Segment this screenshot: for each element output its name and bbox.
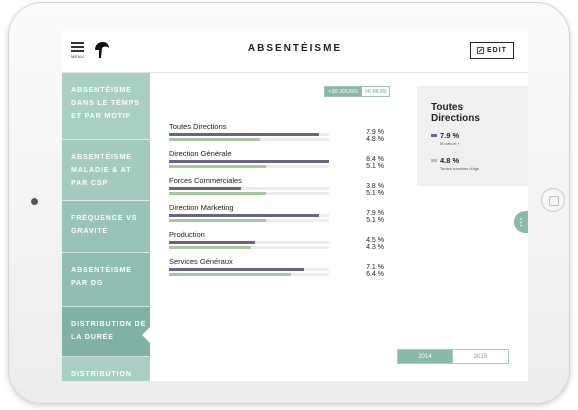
sidebar-item-label: ABSENTÉISME MALADIE & AT PAR CSP (71, 152, 132, 187)
row-label-direction-marketing: Direction Marketing (169, 203, 234, 212)
page-title: ABSENTÉISME (247, 43, 343, 54)
legend-label-50-ans: 50 ans et + (440, 141, 460, 146)
sidebar-item-label: ABSENTÉISME DANS LE TEMPS ET PAR MOTIF (71, 85, 140, 120)
sidebar-item-label: ABSENTÉISME PAR DG (71, 265, 132, 287)
bar-toutes-directions-series-2 (169, 138, 261, 141)
bar-forces-commerciales-series-2 (169, 192, 267, 195)
toggle-less-30-days[interactable]: <30 JOURS (324, 86, 362, 97)
vertical-dots-icon: ⋮ (516, 217, 526, 227)
value-label-direction-generale-series-1: 8.4 % (366, 156, 384, 163)
value-label-services-generaux-series-1: 7.1 % (366, 264, 384, 271)
year-selector: 2014 2015 (397, 349, 509, 364)
more-options-tab[interactable]: ⋮ (514, 211, 528, 233)
app-screen: MENU ABSENTÉISME EDIT ABSENTÉISME DANS L… (62, 29, 528, 381)
value-label-direction-generale-series-2: 5.1 % (366, 163, 384, 170)
sidebar-item-distribution-duree[interactable]: DISTRIBUTION DE LA DURÉE (62, 307, 150, 357)
sidebar-item-label: DISTRIBUTION DE LA DURÉE (71, 319, 147, 341)
panel-title: Toutes Directions (431, 102, 480, 124)
sidebar-item-absenteisme-dg[interactable]: ABSENTÉISME PAR DG (62, 253, 150, 307)
value-label-services-generaux-series-2: 6.4 % (366, 271, 384, 278)
menu-label: MENU (71, 54, 84, 59)
legend-swatch-toutes-tranches (431, 159, 437, 162)
row-label-forces-commerciales: Forces Commerciales (169, 176, 242, 185)
legend-value-50-ans: 7.9 % (440, 131, 460, 140)
value-label-forces-commerciales-series-2: 5.1 % (366, 190, 384, 197)
toggle-more-6-months[interactable]: >6 MOIS (362, 86, 390, 97)
value-label-toutes-directions-series-2: 4.8 % (366, 136, 384, 143)
sidebar: ABSENTÉISME DANS LE TEMPS ET PAR MOTIF A… (62, 73, 150, 381)
value-label-direction-marketing-series-1: 7.9 % (366, 210, 384, 217)
value-label-forces-commerciales-series-1: 3.8 % (366, 183, 384, 190)
summary-panel: Toutes Directions 7.9 % 50 ans et + 4.8 … (417, 86, 528, 186)
value-label-direction-marketing-series-2: 5.1 % (366, 217, 384, 224)
value-label-production-series-2: 4.3 % (366, 244, 384, 251)
sidebar-item-absenteisme-maladie[interactable]: ABSENTÉISME MALADIE & AT PAR CSP (62, 140, 150, 201)
legend-swatch-50-ans (431, 134, 437, 137)
sidebar-item-label: DISTRIBUTION (71, 369, 132, 378)
bar-direction-marketing-series-1 (169, 214, 320, 217)
edit-label: EDIT (487, 47, 507, 54)
bar-services-generaux-series-1 (169, 268, 305, 271)
legend-value-toutes-tranches: 4.8 % (440, 156, 460, 165)
year-2014-button[interactable]: 2014 (397, 349, 453, 364)
edit-button[interactable]: EDIT (470, 42, 514, 59)
sidebar-item-absenteisme-temps[interactable]: ABSENTÉISME DANS LE TEMPS ET PAR MOTIF (62, 73, 150, 140)
year-2015-button[interactable]: 2015 (453, 349, 509, 364)
row-label-production: Production (169, 230, 205, 239)
value-label-production-series-1: 4.5 % (366, 237, 384, 244)
row-label-services-generaux: Services Généraux (169, 257, 233, 266)
home-button[interactable] (541, 188, 565, 212)
bar-production-series-2 (169, 246, 251, 249)
bar-services-generaux-series-2 (169, 273, 291, 276)
duration-toggle: <30 JOURS >6 MOIS (324, 86, 390, 97)
tablet-frame: MENU ABSENTÉISME EDIT ABSENTÉISME DANS L… (8, 2, 570, 404)
pencil-icon (477, 47, 484, 54)
bar-toutes-directions-series-1 (169, 133, 320, 136)
bar-forces-commerciales-series-1 (169, 187, 242, 190)
value-label-toutes-directions-series-1: 7.9 % (366, 129, 384, 136)
row-label-toutes-directions: Toutes Directions (169, 122, 227, 131)
bar-direction-generale-series-1 (169, 160, 329, 163)
row-label-direction-generale: Direction Générale (169, 149, 232, 158)
top-bar: MENU ABSENTÉISME EDIT (62, 29, 528, 73)
legend-label-toutes-tranches: Toutes tranches d'âge (440, 166, 480, 171)
sidebar-item-label: FRÉQUENCE VS GRAVITÉ (71, 213, 138, 235)
bar-direction-marketing-series-2 (169, 219, 267, 222)
active-item-pointer (142, 326, 151, 344)
sidebar-item-frequence-gravite[interactable]: FRÉQUENCE VS GRAVITÉ (62, 201, 150, 253)
bar-direction-generale-series-2 (169, 165, 267, 168)
camera-dot (31, 198, 38, 205)
sidebar-item-distribution[interactable]: DISTRIBUTION (62, 357, 150, 381)
bar-production-series-1 (169, 241, 255, 244)
